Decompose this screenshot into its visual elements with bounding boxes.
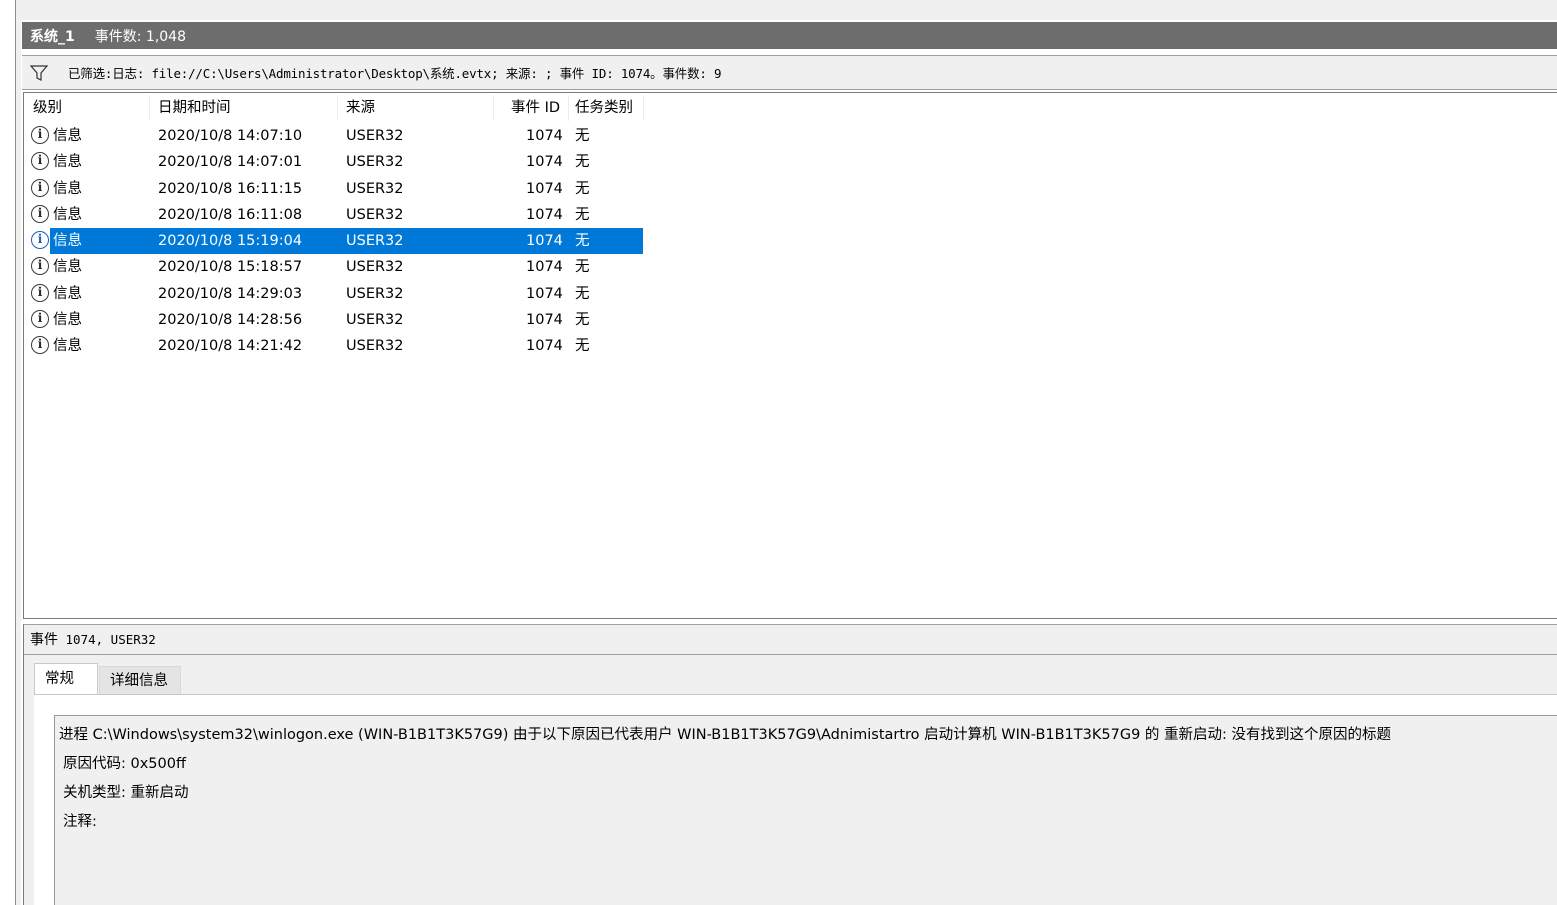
task-category-cell: 无	[575, 312, 590, 329]
level-cell: 信息	[53, 233, 82, 250]
column-header-task-category[interactable]: 任务类别	[575, 93, 633, 123]
info-icon: i	[31, 126, 49, 144]
tab-details[interactable]: 详细信息	[99, 666, 181, 695]
table-row[interactable]: i 信息 2020/10/8 15:18:57 USER32 1074 无	[24, 254, 644, 280]
table-row[interactable]: i 信息 2020/10/8 14:07:10 USER32 1074 无	[24, 123, 644, 149]
column-divider[interactable]	[493, 95, 494, 121]
source-cell: USER32	[346, 285, 404, 302]
datetime-cell: 2020/10/8 14:21:42	[158, 338, 303, 355]
log-titlebar: 系统_1 事件数: 1,048	[22, 22, 1557, 49]
datetime-cell: 2020/10/8 14:29:03	[158, 285, 303, 302]
message-description: 进程 C:\Windows\system32\winlogon.exe (WIN…	[59, 727, 1392, 743]
log-name: 系统_1	[30, 28, 75, 45]
splitter[interactable]	[16, 0, 21, 905]
task-category-cell: 无	[575, 180, 590, 197]
table-row[interactable]: i 信息 2020/10/8 14:28:56 USER32 1074 无	[24, 307, 644, 333]
message-comment: 注释:	[63, 814, 97, 830]
tab-general[interactable]: 常规	[34, 663, 98, 695]
funnel-icon	[29, 64, 49, 81]
message-reason-code: 原因代码: 0x500ff	[63, 756, 186, 772]
source-cell: USER32	[346, 233, 404, 250]
info-icon: i	[31, 257, 49, 276]
table-row[interactable]: i 信息 2020/10/8 16:11:15 USER32 1074 无	[24, 176, 644, 202]
event-id-cell: 1074	[526, 128, 563, 144]
info-icon: i	[31, 283, 49, 302]
task-category-cell: 无	[575, 338, 590, 355]
info-icon: i	[31, 204, 49, 223]
event-count: 事件数: 1,048	[94, 28, 186, 45]
task-category-cell: 无	[575, 154, 590, 171]
detail-title-prefix: 事件	[30, 632, 58, 648]
table-row[interactable]: i 信息 2020/10/8 14:29:03 USER32 1074 无	[24, 281, 644, 307]
detail-title: 事件 1074, USER32	[30, 629, 156, 649]
event-id-cell: 1074	[526, 285, 563, 302]
datetime-cell: 2020/10/8 15:19:04	[158, 233, 303, 250]
datetime-cell: 2020/10/8 15:18:57	[158, 259, 303, 276]
info-icon: i	[31, 310, 49, 329]
level-cell: 信息	[53, 206, 82, 223]
column-header-row: 级别 日期和时间 来源 事件 ID 任务类别	[24, 93, 644, 123]
datetime-cell: 2020/10/8 14:28:56	[158, 312, 303, 329]
event-id-cell: 1074	[526, 312, 563, 329]
event-detail-pane: 事件 1074, USER32 常规 详细信息 进程 C:\Windows\sy…	[23, 624, 1557, 905]
datetime-cell: 2020/10/8 14:07:10	[158, 128, 303, 144]
info-icon: i	[31, 336, 49, 355]
event-id-cell: 1074	[526, 154, 563, 171]
column-divider[interactable]	[568, 95, 569, 121]
filter-bar: 已筛选:日志: file://C:\Users\Administrator\De…	[22, 55, 1557, 90]
event-id-cell: 1074	[526, 338, 563, 355]
divider	[24, 654, 1557, 655]
event-id-cell: 1074	[526, 180, 563, 197]
column-header-event-id[interactable]: 事件 ID	[511, 93, 560, 123]
filter-description: 已筛选:日志: file://C:\Users\Administrator\De…	[68, 66, 722, 81]
column-header-datetime[interactable]: 日期和时间	[158, 93, 231, 123]
source-cell: USER32	[346, 154, 404, 171]
event-id-cell: 1074	[526, 233, 563, 250]
level-cell: 信息	[53, 259, 82, 276]
message-shutdown-type: 关机类型: 重新启动	[63, 785, 189, 801]
table-row[interactable]: i 信息 2020/10/8 14:21:42 USER32 1074 无	[24, 333, 644, 359]
info-icon: i	[31, 231, 49, 250]
column-header-level[interactable]: 级别	[33, 93, 62, 123]
event-rows: i 信息 2020/10/8 14:07:10 USER32 1074 无 i …	[24, 123, 644, 360]
source-cell: USER32	[346, 259, 404, 276]
source-cell: USER32	[346, 312, 404, 329]
event-list[interactable]: 级别 日期和时间 来源 事件 ID 任务类别 i 信息 2020/10/8 14…	[23, 92, 1557, 619]
level-cell: 信息	[53, 154, 82, 171]
level-cell: 信息	[53, 312, 82, 329]
table-row-selected[interactable]: i 信息 2020/10/8 15:19:04 USER32 1074 无	[24, 228, 644, 255]
level-cell: 信息	[53, 285, 82, 302]
source-cell: USER32	[346, 128, 404, 144]
task-category-cell: 无	[575, 285, 590, 302]
top-toolbar-strip	[16, 0, 1557, 20]
event-message-box[interactable]: 进程 C:\Windows\system32\winlogon.exe (WIN…	[54, 715, 1557, 905]
task-category-cell: 无	[575, 233, 590, 250]
datetime-cell: 2020/10/8 16:11:15	[158, 180, 303, 197]
level-cell: 信息	[53, 128, 82, 144]
task-category-cell: 无	[575, 206, 590, 223]
source-cell: USER32	[346, 180, 404, 197]
column-header-source[interactable]: 来源	[346, 93, 375, 123]
info-icon: i	[31, 178, 49, 197]
table-row[interactable]: i 信息 2020/10/8 16:11:08 USER32 1074 无	[24, 202, 644, 228]
event-id-cell: 1074	[526, 206, 563, 223]
level-cell: 信息	[53, 180, 82, 197]
datetime-cell: 2020/10/8 16:11:08	[158, 206, 303, 223]
left-panel-edge	[0, 0, 16, 905]
column-divider[interactable]	[643, 95, 644, 121]
datetime-cell: 2020/10/8 14:07:01	[158, 154, 303, 171]
detail-title-id-source: 1074, USER32	[58, 632, 156, 647]
event-id-cell: 1074	[526, 259, 563, 276]
source-cell: USER32	[346, 206, 404, 223]
tab-content: 进程 C:\Windows\system32\winlogon.exe (WIN…	[34, 694, 1557, 905]
table-row[interactable]: i 信息 2020/10/8 14:07:01 USER32 1074 无	[24, 149, 644, 175]
task-category-cell: 无	[575, 128, 590, 144]
column-divider[interactable]	[337, 95, 338, 121]
level-cell: 信息	[53, 338, 82, 355]
info-icon: i	[31, 152, 49, 171]
task-category-cell: 无	[575, 259, 590, 276]
source-cell: USER32	[346, 338, 404, 355]
column-divider[interactable]	[149, 95, 150, 121]
